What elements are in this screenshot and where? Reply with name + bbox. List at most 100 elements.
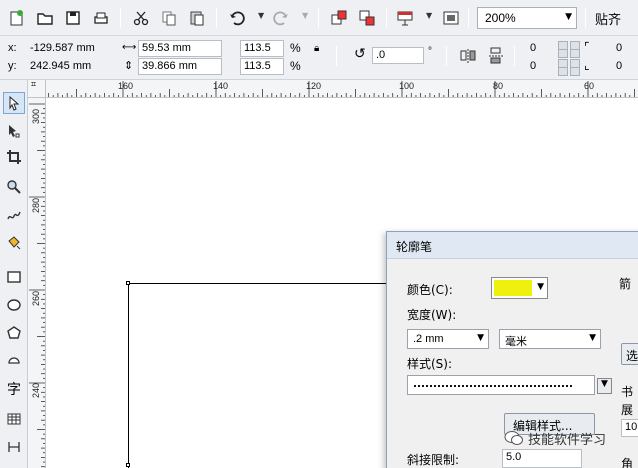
corner-spinner-1[interactable] <box>558 41 568 58</box>
open-folder-icon[interactable] <box>34 7 56 29</box>
options-button-label: 选 <box>626 349 638 363</box>
import-icon[interactable] <box>328 7 350 29</box>
corner-radius-top-left[interactable]: 0 <box>526 40 556 57</box>
application-launcher-icon[interactable] <box>440 7 462 29</box>
horizontal-ruler[interactable]: 160 140 120 100 80 60 <box>28 80 638 98</box>
standard-toolbar: ▼ ▼ ▼ 200% ▼ 贴齐 <box>0 0 638 36</box>
ruler-label-120: 120 <box>306 81 322 91</box>
undo-icon[interactable] <box>226 7 248 29</box>
corner-radius-top-right[interactable]: 0 <box>612 40 638 57</box>
height-icon: ⇕ <box>124 59 134 72</box>
corner-radius-bottom-right[interactable]: 0 <box>612 58 638 75</box>
text-tool-icon[interactable]: 字 <box>3 378 25 400</box>
x-label: x: <box>8 42 17 54</box>
width-select-value: .2 mm <box>413 333 444 345</box>
publish-dropdown-icon[interactable]: ▼ <box>426 11 432 20</box>
copy-icon[interactable] <box>158 7 180 29</box>
rotation-field[interactable]: .0 <box>372 47 424 64</box>
shape-tool-icon[interactable] <box>3 120 25 142</box>
corner-spinner-2[interactable] <box>570 41 580 58</box>
polygon-tool-icon[interactable] <box>3 322 25 344</box>
cut-icon[interactable] <box>130 7 152 29</box>
stretch-field[interactable]: 10 <box>621 419 638 437</box>
chevron-down-icon: ▼ <box>589 333 596 343</box>
height-field[interactable]: 39.866 mm <box>138 58 222 75</box>
zoom-tool-icon[interactable] <box>3 176 25 198</box>
mirror-vertical-icon[interactable] <box>486 46 506 66</box>
crop-tool-icon[interactable] <box>3 146 25 168</box>
angle-label: 角 <box>621 457 634 468</box>
corner-spinner-3[interactable] <box>558 59 568 76</box>
new-document-icon[interactable] <box>6 7 28 29</box>
selected-rectangle[interactable] <box>128 283 428 468</box>
scale-y-field[interactable]: 113.5 <box>240 58 284 75</box>
stretch-label: 展 <box>621 403 634 417</box>
ruler-origin[interactable]: ⌗ <box>28 80 46 98</box>
redo-icon[interactable] <box>270 7 292 29</box>
color-label: 颜色(C): <box>407 283 453 297</box>
dialog-title: 轮廓笔 <box>396 240 433 254</box>
ruler-label-160: 160 <box>118 81 134 91</box>
redo-dropdown-icon[interactable]: ▼ <box>302 11 308 20</box>
lock-ratio-icon[interactable]: 🔒︎ <box>314 43 319 54</box>
color-swatch <box>494 280 532 296</box>
toolbox: 字 <box>0 80 28 468</box>
mirror-horizontal-icon[interactable] <box>458 46 478 66</box>
basic-shapes-tool-icon[interactable] <box>3 350 25 372</box>
corner-spinner-4[interactable] <box>570 59 580 76</box>
percent-label-x: % <box>290 41 301 55</box>
dimension-tool-icon[interactable] <box>3 436 25 458</box>
selection-handle-bottom-left[interactable] <box>126 463 130 467</box>
width-select[interactable]: .2 mm ▼ <box>407 329 489 349</box>
y-label: y: <box>8 60 17 72</box>
unit-select-value: 毫米 <box>505 335 527 348</box>
ruler-origin-icon: ⌗ <box>31 80 37 90</box>
snap-to-menu[interactable]: 贴齐 <box>595 9 621 28</box>
ruler-label-80: 80 <box>493 81 504 91</box>
ruler-label-60: 60 <box>584 81 595 91</box>
pick-tool-icon[interactable] <box>3 92 25 114</box>
publish-icon[interactable] <box>394 7 416 29</box>
bracket-icon: ⌜ <box>584 40 590 54</box>
miter-limit-label: 斜接限制: <box>407 453 460 467</box>
watermark: 技能软件学习 <box>504 428 606 448</box>
width-field[interactable]: 59.53 mm <box>138 40 222 57</box>
undo-dropdown-icon[interactable]: ▼ <box>258 11 264 20</box>
bracket-icon-lower: ⌞ <box>584 58 590 72</box>
property-bar: x: -129.587 mm y: 242.945 mm ⟷ 59.53 mm … <box>0 36 638 80</box>
ruler-label-300: 300 <box>31 108 41 124</box>
x-position-field[interactable]: -129.587 mm <box>26 40 114 57</box>
table-tool-icon[interactable] <box>3 408 25 430</box>
scale-x-field[interactable]: 113.5 <box>240 40 284 57</box>
print-icon[interactable] <box>90 7 112 29</box>
chevron-down-icon: ▼ <box>565 12 572 22</box>
vertical-ruler[interactable]: 300 280 260 240 <box>28 98 46 468</box>
dialog-titlebar[interactable]: 轮廓笔 <box>387 232 638 259</box>
freehand-tool-icon[interactable] <box>3 204 25 226</box>
ruler-label-240: 240 <box>31 382 41 398</box>
y-position-field[interactable]: 242.945 mm <box>26 58 114 75</box>
calligraphy-label: 书 <box>621 385 634 399</box>
miter-limit-field[interactable]: 5.0 <box>502 449 582 468</box>
style-select[interactable]: ▼ <box>407 375 612 395</box>
unit-select[interactable]: 毫米 ▼ <box>499 329 601 349</box>
paste-icon[interactable] <box>186 7 208 29</box>
options-button[interactable]: 选 <box>621 343 638 365</box>
ellipse-tool-icon[interactable] <box>3 294 25 316</box>
smart-fill-tool-icon[interactable] <box>3 232 25 254</box>
zoom-level-select[interactable]: 200% ▼ <box>477 7 577 29</box>
color-picker-button[interactable]: ▼ <box>491 277 548 299</box>
percent-label-y: % <box>290 59 301 73</box>
rectangle-tool-icon[interactable] <box>3 266 25 288</box>
rotation-icon: ↺ <box>354 46 366 62</box>
chevron-down-icon: ▼ <box>597 378 612 394</box>
corner-radius-bottom-left[interactable]: 0 <box>526 58 556 75</box>
export-icon[interactable] <box>356 7 378 29</box>
selection-handle-top-left[interactable] <box>126 281 130 285</box>
save-icon[interactable] <box>62 7 84 29</box>
watermark-text: 技能软件学习 <box>528 432 607 448</box>
zoom-level-value: 200% <box>485 11 516 25</box>
arrows-label: 箭 <box>619 277 632 291</box>
ruler-label-140: 140 <box>213 81 229 91</box>
wechat-logo-icon <box>504 431 523 445</box>
